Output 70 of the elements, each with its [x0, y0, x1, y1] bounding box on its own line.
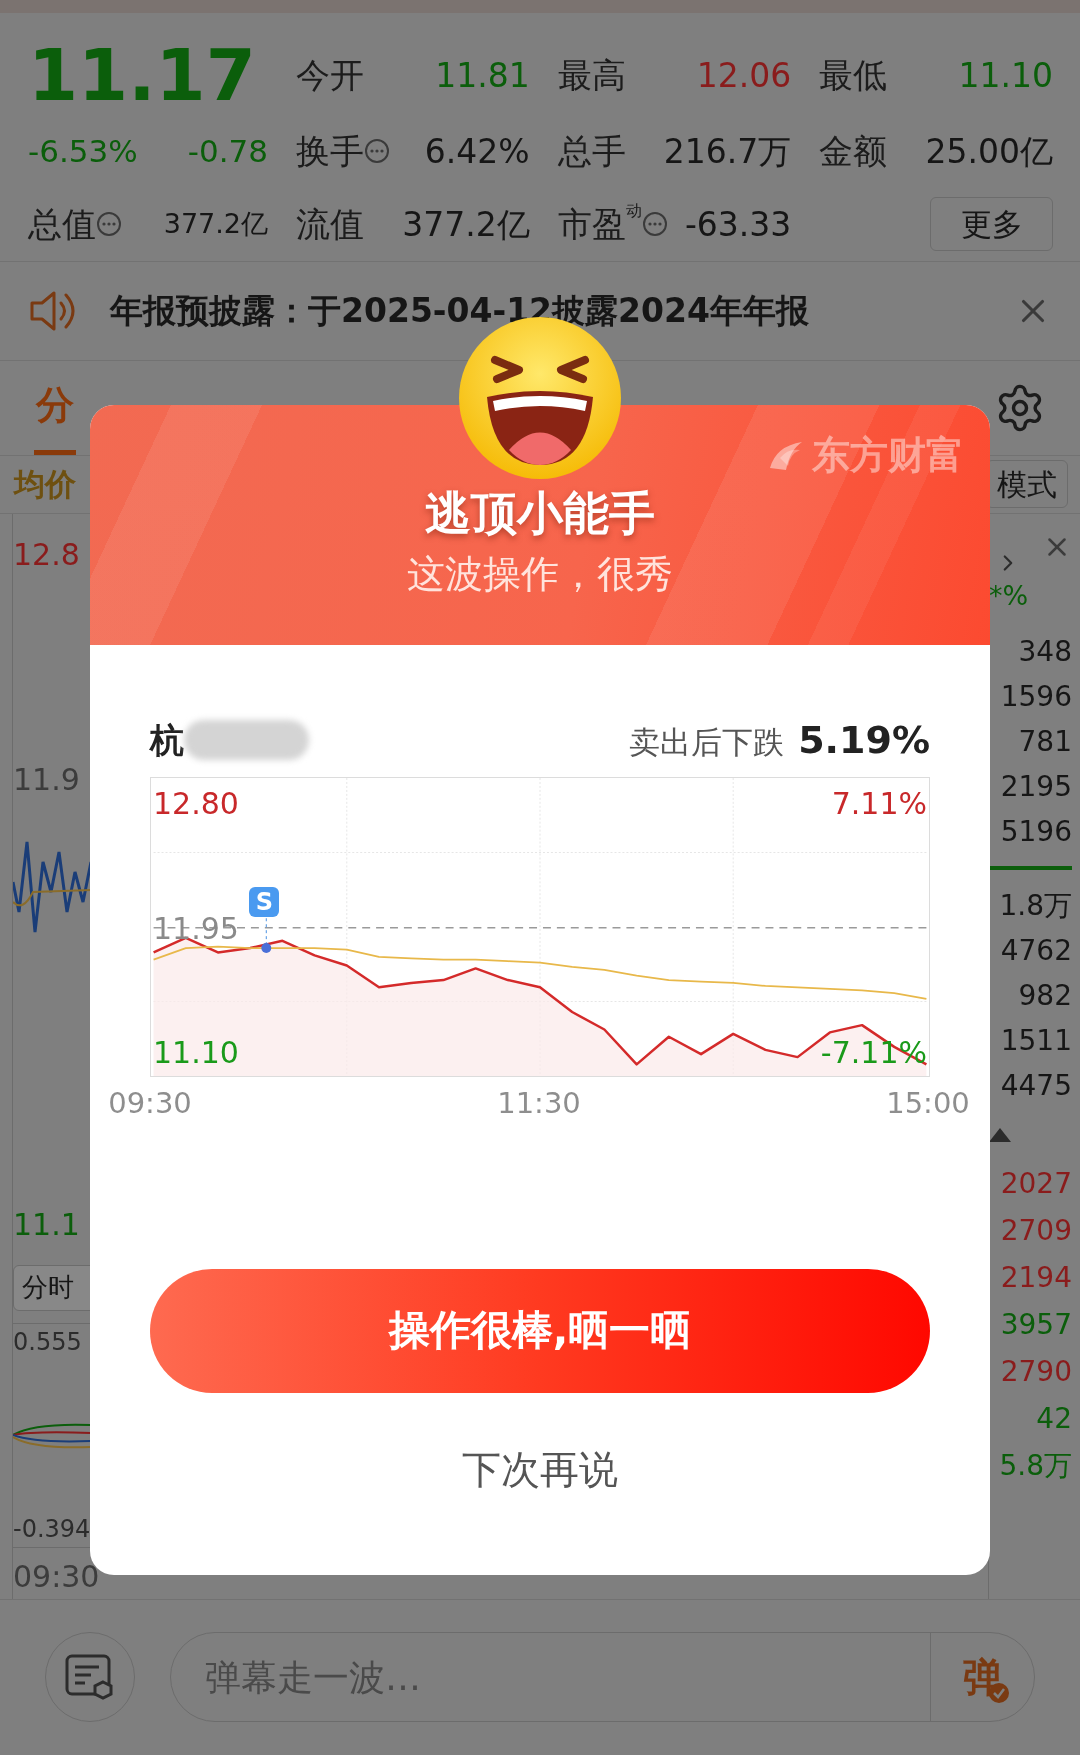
triangle-icon [989, 1128, 1011, 1143]
time-label: 15:00 [886, 1089, 970, 1118]
volume-value: 5.8万 [999, 1452, 1072, 1481]
volume-value: 2194 [1000, 1264, 1072, 1293]
document-settings-icon [65, 1654, 115, 1701]
time-label: 09:30 [108, 1089, 192, 1118]
y-axis-label: 12.80 [153, 789, 239, 820]
time-label: 11:30 [497, 1089, 581, 1118]
y-axis-label: 11.10 [153, 1038, 239, 1069]
volume-value: 1511 [1000, 1027, 1072, 1056]
volume-value: 982 [1018, 982, 1072, 1011]
volume-value: 5196 [1000, 818, 1072, 847]
volume-value: 3957 [1000, 1311, 1072, 1340]
axis-label: 11.9 [13, 760, 80, 799]
volume-value: 1.8万 [999, 892, 1072, 921]
sell-point-marker [261, 917, 272, 954]
stat-label: 市盈 [557, 202, 626, 246]
brand-name: 东方财富 [812, 432, 964, 479]
stat-value: 377.2亿 [402, 203, 530, 246]
sell-marker-badge: S [249, 887, 280, 918]
stat-value: 216.7万 [663, 130, 792, 173]
dialog-subtitle: 这波操作，很秀 [407, 550, 673, 598]
dialog-title: 逃顶小能手 [425, 485, 655, 542]
stat-label: 最高 [557, 53, 626, 97]
average-price-label: 均价 [14, 464, 76, 504]
indicator-label: 0.555 [13, 1326, 83, 1358]
volume-value: 348 [1018, 638, 1072, 667]
stat-label: 总值 [28, 202, 96, 246]
stat-value: 12.06 [696, 54, 792, 97]
volume-value: 2709 [1000, 1217, 1072, 1246]
stat-value: 11.10 [958, 54, 1053, 97]
stat-superscript: 动 [625, 199, 642, 220]
stat-value: 25.00亿 [925, 130, 1053, 173]
volume-value: 2790 [1000, 1358, 1072, 1387]
stat-label: 金额 [819, 129, 888, 173]
volume-value: 2195 [1000, 773, 1072, 802]
stat-value: 6.42% [424, 130, 530, 173]
info-icon[interactable] [96, 211, 122, 238]
info-icon[interactable] [364, 138, 390, 165]
stat-value: 11.81 [435, 54, 530, 97]
current-price: 11.17 [28, 39, 257, 112]
indicator-label: -0.394 [13, 1513, 92, 1545]
volume-value: 1596 [1000, 683, 1072, 712]
volume-value: 2027 [1000, 1170, 1072, 1199]
stat-value: -63.33 [684, 203, 792, 246]
stat-label: 最低 [819, 53, 888, 97]
change-amount: -0.78 [187, 132, 268, 171]
stat-label: 流值 [296, 202, 364, 246]
axis-label: 12.8 [13, 535, 81, 574]
info-icon[interactable] [641, 211, 668, 238]
column-header: *% [989, 578, 1029, 613]
volume-value: 42 [1036, 1405, 1072, 1434]
volume-value: 4762 [1000, 937, 1072, 966]
share-button[interactable]: 操作很棒,晒一晒 [150, 1269, 930, 1393]
stat-label: 总手 [557, 129, 626, 173]
axis-label: 11.1 [13, 1205, 81, 1244]
drop-value: 5.19% [798, 716, 930, 764]
time-label: 09:30 [13, 1557, 101, 1596]
change-percent: -6.53% [28, 132, 138, 171]
percent-label: 7.11% [831, 789, 927, 820]
stat-value: 377.2亿 [163, 207, 268, 241]
dismiss-button[interactable]: 下次再说 [446, 1433, 634, 1508]
stat-label: 今开 [296, 53, 364, 97]
stock-name: 杭 [150, 718, 184, 762]
stat-label: 换手 [296, 129, 364, 173]
more-button[interactable]: 更多 [930, 197, 1053, 252]
y-axis-label: 11.95 [153, 913, 239, 944]
volume-value: 4475 [1000, 1072, 1072, 1101]
volume-value: 781 [1018, 728, 1072, 757]
drop-label: 卖出后下跌 [629, 722, 785, 762]
